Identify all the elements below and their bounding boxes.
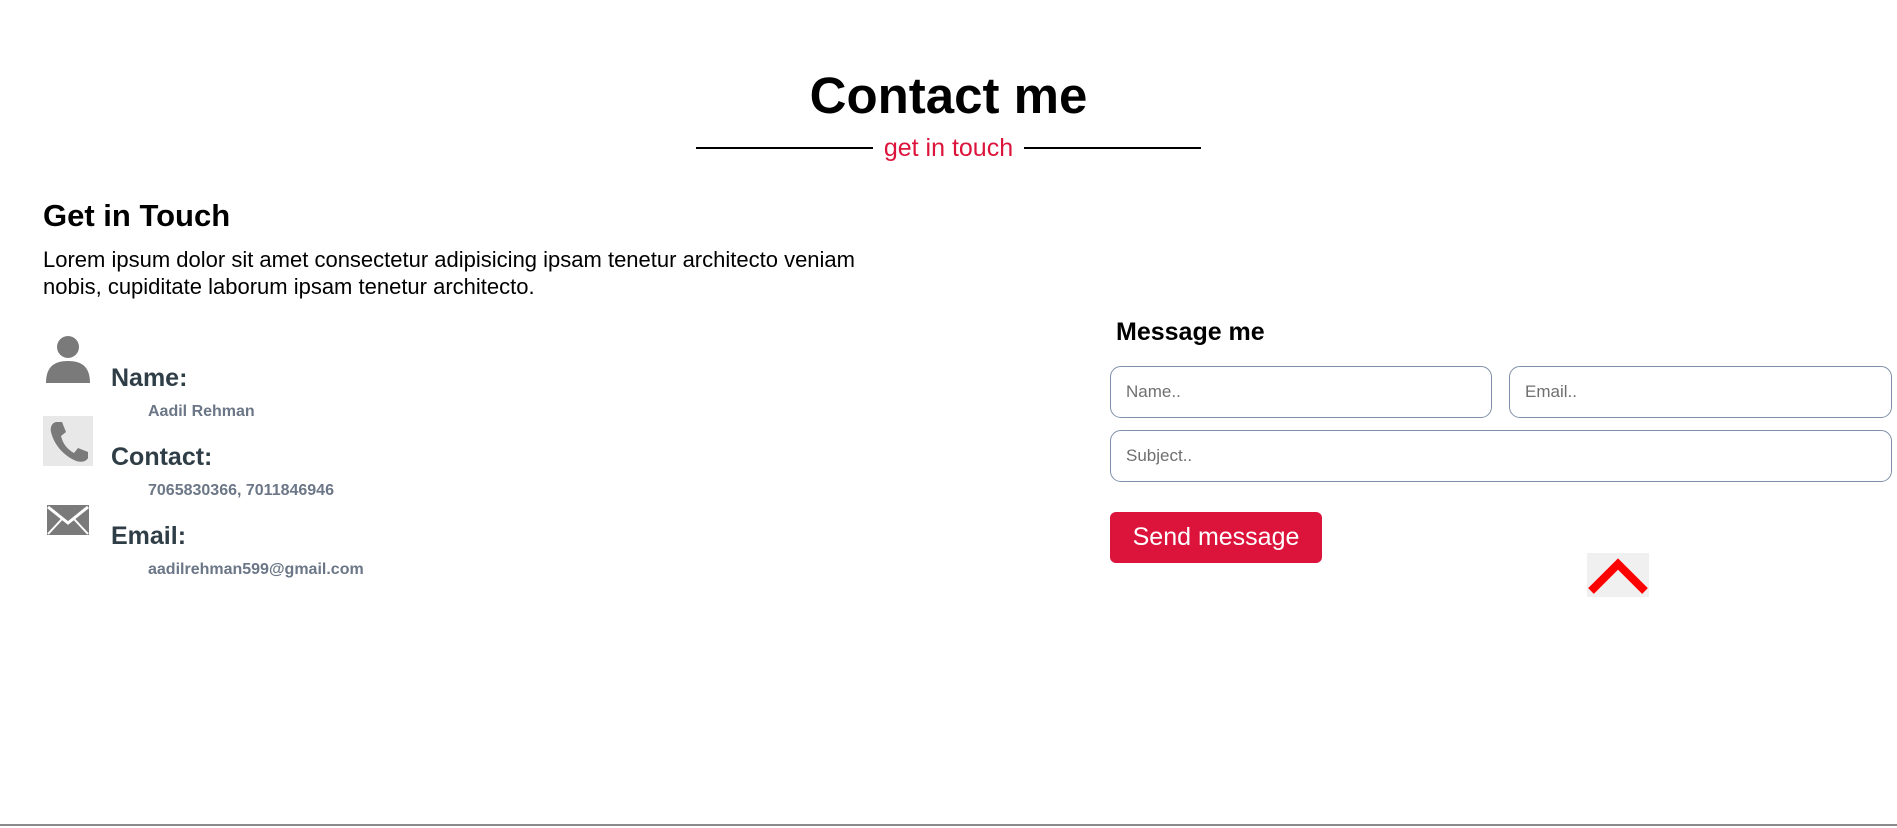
email-label: Email: xyxy=(111,522,187,550)
name-label: Name: xyxy=(111,364,188,392)
chevron-up-icon xyxy=(1588,558,1648,594)
person-icon xyxy=(43,334,93,384)
bottom-divider xyxy=(0,824,1897,826)
get-in-touch-heading: Get in Touch xyxy=(43,198,231,233)
page-subtitle: get in touch xyxy=(883,134,1014,162)
send-message-button[interactable]: Send message xyxy=(1110,512,1322,563)
contact-label: Contact: xyxy=(111,443,213,471)
message-me-heading: Message me xyxy=(1116,318,1265,346)
scroll-to-top-button[interactable] xyxy=(1587,553,1649,597)
subtitle-row: get in touch xyxy=(0,132,1897,164)
subtitle-divider-right xyxy=(1024,147,1202,149)
contact-section: Contact me get in touch Get in Touch Lor… xyxy=(0,0,1897,828)
page-title: Contact me xyxy=(809,67,1088,124)
mail-icon xyxy=(43,495,93,545)
phone-icon xyxy=(43,416,93,466)
contact-value: 7065830366, 7011846946 xyxy=(148,482,334,499)
intro-paragraph: Lorem ipsum dolor sit amet consectetur a… xyxy=(43,247,855,299)
email-value: aadilrehman599@gmail.com xyxy=(148,561,364,578)
name-input[interactable] xyxy=(1110,366,1492,418)
name-value: Aadil Rehman xyxy=(148,403,255,420)
email-input[interactable] xyxy=(1509,366,1892,418)
subtitle-divider-left xyxy=(695,147,873,149)
subject-input[interactable] xyxy=(1110,430,1892,482)
